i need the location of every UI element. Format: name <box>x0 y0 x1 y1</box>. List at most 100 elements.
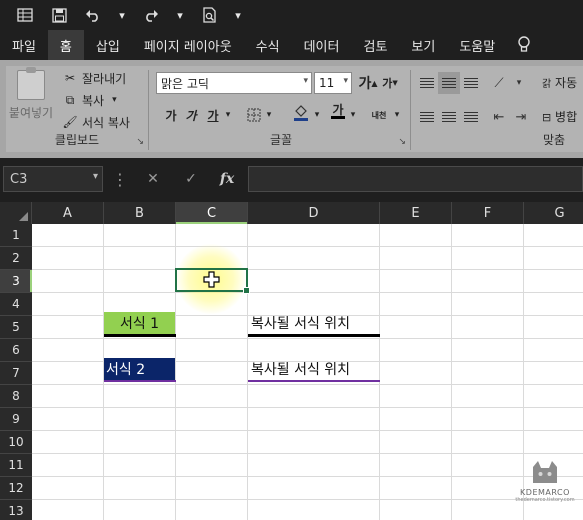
tab-insert[interactable]: 삽입 <box>84 30 132 60</box>
fill-color-button[interactable] <box>290 102 312 124</box>
format-painter-label: 서식 복사 <box>82 115 130 130</box>
undo-icon[interactable] <box>76 0 110 30</box>
align-middle-icon <box>442 78 456 88</box>
row-header-9[interactable]: 9 <box>0 408 32 431</box>
font-launcher-icon[interactable]: ↘ <box>398 137 406 147</box>
clipboard-launcher-icon[interactable]: ↘ <box>136 137 144 147</box>
row-header-10[interactable]: 10 <box>0 431 32 454</box>
font-name-value: 맑은 고딕 <box>161 76 209 91</box>
italic-button[interactable]: 가 <box>182 104 200 126</box>
more-options-icon[interactable]: ⋮ <box>112 166 128 192</box>
borders-icon <box>247 108 261 122</box>
name-box[interactable]: C3 ▾ <box>3 166 103 192</box>
cell-b5-bottom-border <box>104 334 176 337</box>
gridline <box>32 246 583 247</box>
tab-review[interactable]: 검토 <box>351 30 399 60</box>
column-header-g[interactable]: G <box>524 202 583 224</box>
cell-d7[interactable]: 복사될 서식 위치 <box>249 358 380 380</box>
cell-d5[interactable]: 복사될 서식 위치 <box>249 312 380 334</box>
underline-dropdown-icon[interactable]: ▾ <box>222 104 234 126</box>
font-group-label: 글꼴 <box>269 133 293 147</box>
formula-input[interactable] <box>248 166 583 192</box>
undo-dropdown-icon[interactable]: ▾ <box>110 0 134 30</box>
align-right-button[interactable] <box>460 106 482 128</box>
column-header-f[interactable]: F <box>452 202 524 224</box>
row-header-11[interactable]: 11 <box>0 454 32 477</box>
copy-button[interactable]: ⧉ 복사 ▾ <box>62 90 117 110</box>
merge-center-button[interactable]: ⊟ 병합 <box>542 108 577 125</box>
row-header-5[interactable]: 5 <box>0 316 32 339</box>
row-header-6[interactable]: 6 <box>0 339 32 362</box>
font-group: 맑은 고딕 ▾ 11 ▾ 가 ▲ 가 ▼ 가 가 가 ▾ ▾ ▾ 가 ▾ 내천 … <box>152 66 410 152</box>
align-bottom-icon <box>464 78 478 88</box>
borders-button[interactable] <box>244 104 264 126</box>
increase-indent-icon: ⇥ <box>515 109 527 125</box>
name-box-value: C3 <box>10 171 28 187</box>
column-header-b[interactable]: B <box>104 202 176 224</box>
enter-entry-button[interactable]: ✓ <box>176 166 206 192</box>
row-header-4[interactable]: 4 <box>0 293 32 316</box>
row-header-8[interactable]: 8 <box>0 385 32 408</box>
redo-dropdown-icon[interactable]: ▾ <box>168 0 192 30</box>
column-header-a[interactable]: A <box>32 202 104 224</box>
select-all-button[interactable] <box>0 202 32 224</box>
font-size-select[interactable]: 11 ▾ <box>314 72 352 94</box>
copy-dropdown-icon[interactable]: ▾ <box>112 95 117 105</box>
align-top-button[interactable] <box>416 72 438 94</box>
column-header-c[interactable]: C <box>176 202 248 224</box>
fill-color-dropdown-icon[interactable]: ▾ <box>312 104 322 126</box>
tab-home[interactable]: 홈 <box>47 30 84 60</box>
phonetic-dropdown-icon[interactable]: ▾ <box>392 104 402 126</box>
tab-view[interactable]: 보기 <box>399 30 447 60</box>
table-view-icon[interactable] <box>8 0 42 30</box>
tab-file[interactable]: 파일 <box>0 30 48 60</box>
font-color-dropdown-icon[interactable]: ▾ <box>348 104 358 126</box>
row-header-13[interactable]: 13 <box>0 500 32 520</box>
redo-icon[interactable] <box>134 0 168 30</box>
column-header-d[interactable]: D <box>248 202 380 224</box>
wrap-text-button[interactable]: 갉 자동 <box>542 74 577 91</box>
align-bottom-button[interactable] <box>460 72 482 94</box>
row-header-2[interactable]: 2 <box>0 247 32 270</box>
font-color-swatch <box>331 115 345 119</box>
grow-font-button[interactable]: 가 ▲ <box>358 72 378 94</box>
column-header-e[interactable]: E <box>380 202 452 224</box>
phonetic-button[interactable]: 내천 <box>366 104 392 126</box>
row-header-1[interactable]: 1 <box>0 224 32 247</box>
orientation-button[interactable]: ⟋ <box>488 72 510 94</box>
font-color-button[interactable]: 가 <box>328 100 348 122</box>
bold-button[interactable]: 가 <box>162 104 180 126</box>
orientation-dropdown-icon[interactable]: ▾ <box>508 72 530 94</box>
paste-button[interactable]: 붙여넣기 <box>8 67 54 130</box>
customize-toolbar-icon[interactable]: ▾ <box>226 0 250 30</box>
tab-help[interactable]: 도움말 <box>447 30 507 60</box>
paste-label: 붙여넣기 <box>8 106 54 120</box>
alignment-group: ⟋ ▾ ⇤ ⇥ 갉 자동 ⊟ 병합 맞춤 <box>414 66 583 152</box>
cut-button[interactable]: ✂ 잘라내기 <box>62 68 126 88</box>
row-header-3[interactable]: 3 <box>0 270 32 293</box>
underline-button[interactable]: 가 <box>204 104 222 126</box>
format-painter-button[interactable]: 🖌 서식 복사 <box>62 112 130 132</box>
print-preview-icon[interactable] <box>192 0 226 30</box>
cell-b5[interactable]: 서식 1 <box>104 312 175 334</box>
align-middle-button[interactable] <box>438 72 460 94</box>
shrink-font-button[interactable]: 가 ▼ <box>380 72 400 94</box>
cancel-entry-button[interactable]: ✕ <box>138 166 168 192</box>
font-name-select[interactable]: 맑은 고딕 ▾ <box>156 72 312 94</box>
increase-indent-button[interactable]: ⇥ <box>510 106 532 128</box>
align-left-button[interactable] <box>416 106 438 128</box>
lightbulb-icon[interactable] <box>507 30 541 60</box>
align-center-button[interactable] <box>438 106 460 128</box>
row-header-7[interactable]: 7 <box>0 362 32 385</box>
ribbon: 붙여넣기 ✂ 잘라내기 ⧉ 복사 ▾ 🖌 서식 복사 클립보드 ↘ 맑은 고딕 <box>0 60 583 158</box>
tab-page-layout[interactable]: 페이지 레이아웃 <box>132 30 244 60</box>
borders-dropdown-icon[interactable]: ▾ <box>264 104 274 126</box>
tab-formulas[interactable]: 수식 <box>244 30 292 60</box>
cell-b7[interactable]: 서식 2 <box>104 358 175 380</box>
gridline <box>32 384 583 385</box>
tab-data[interactable]: 데이터 <box>292 30 352 60</box>
decrease-indent-button[interactable]: ⇤ <box>488 106 510 128</box>
insert-function-button[interactable]: fx <box>212 166 242 192</box>
save-icon[interactable] <box>42 0 76 30</box>
row-header-12[interactable]: 12 <box>0 477 32 500</box>
